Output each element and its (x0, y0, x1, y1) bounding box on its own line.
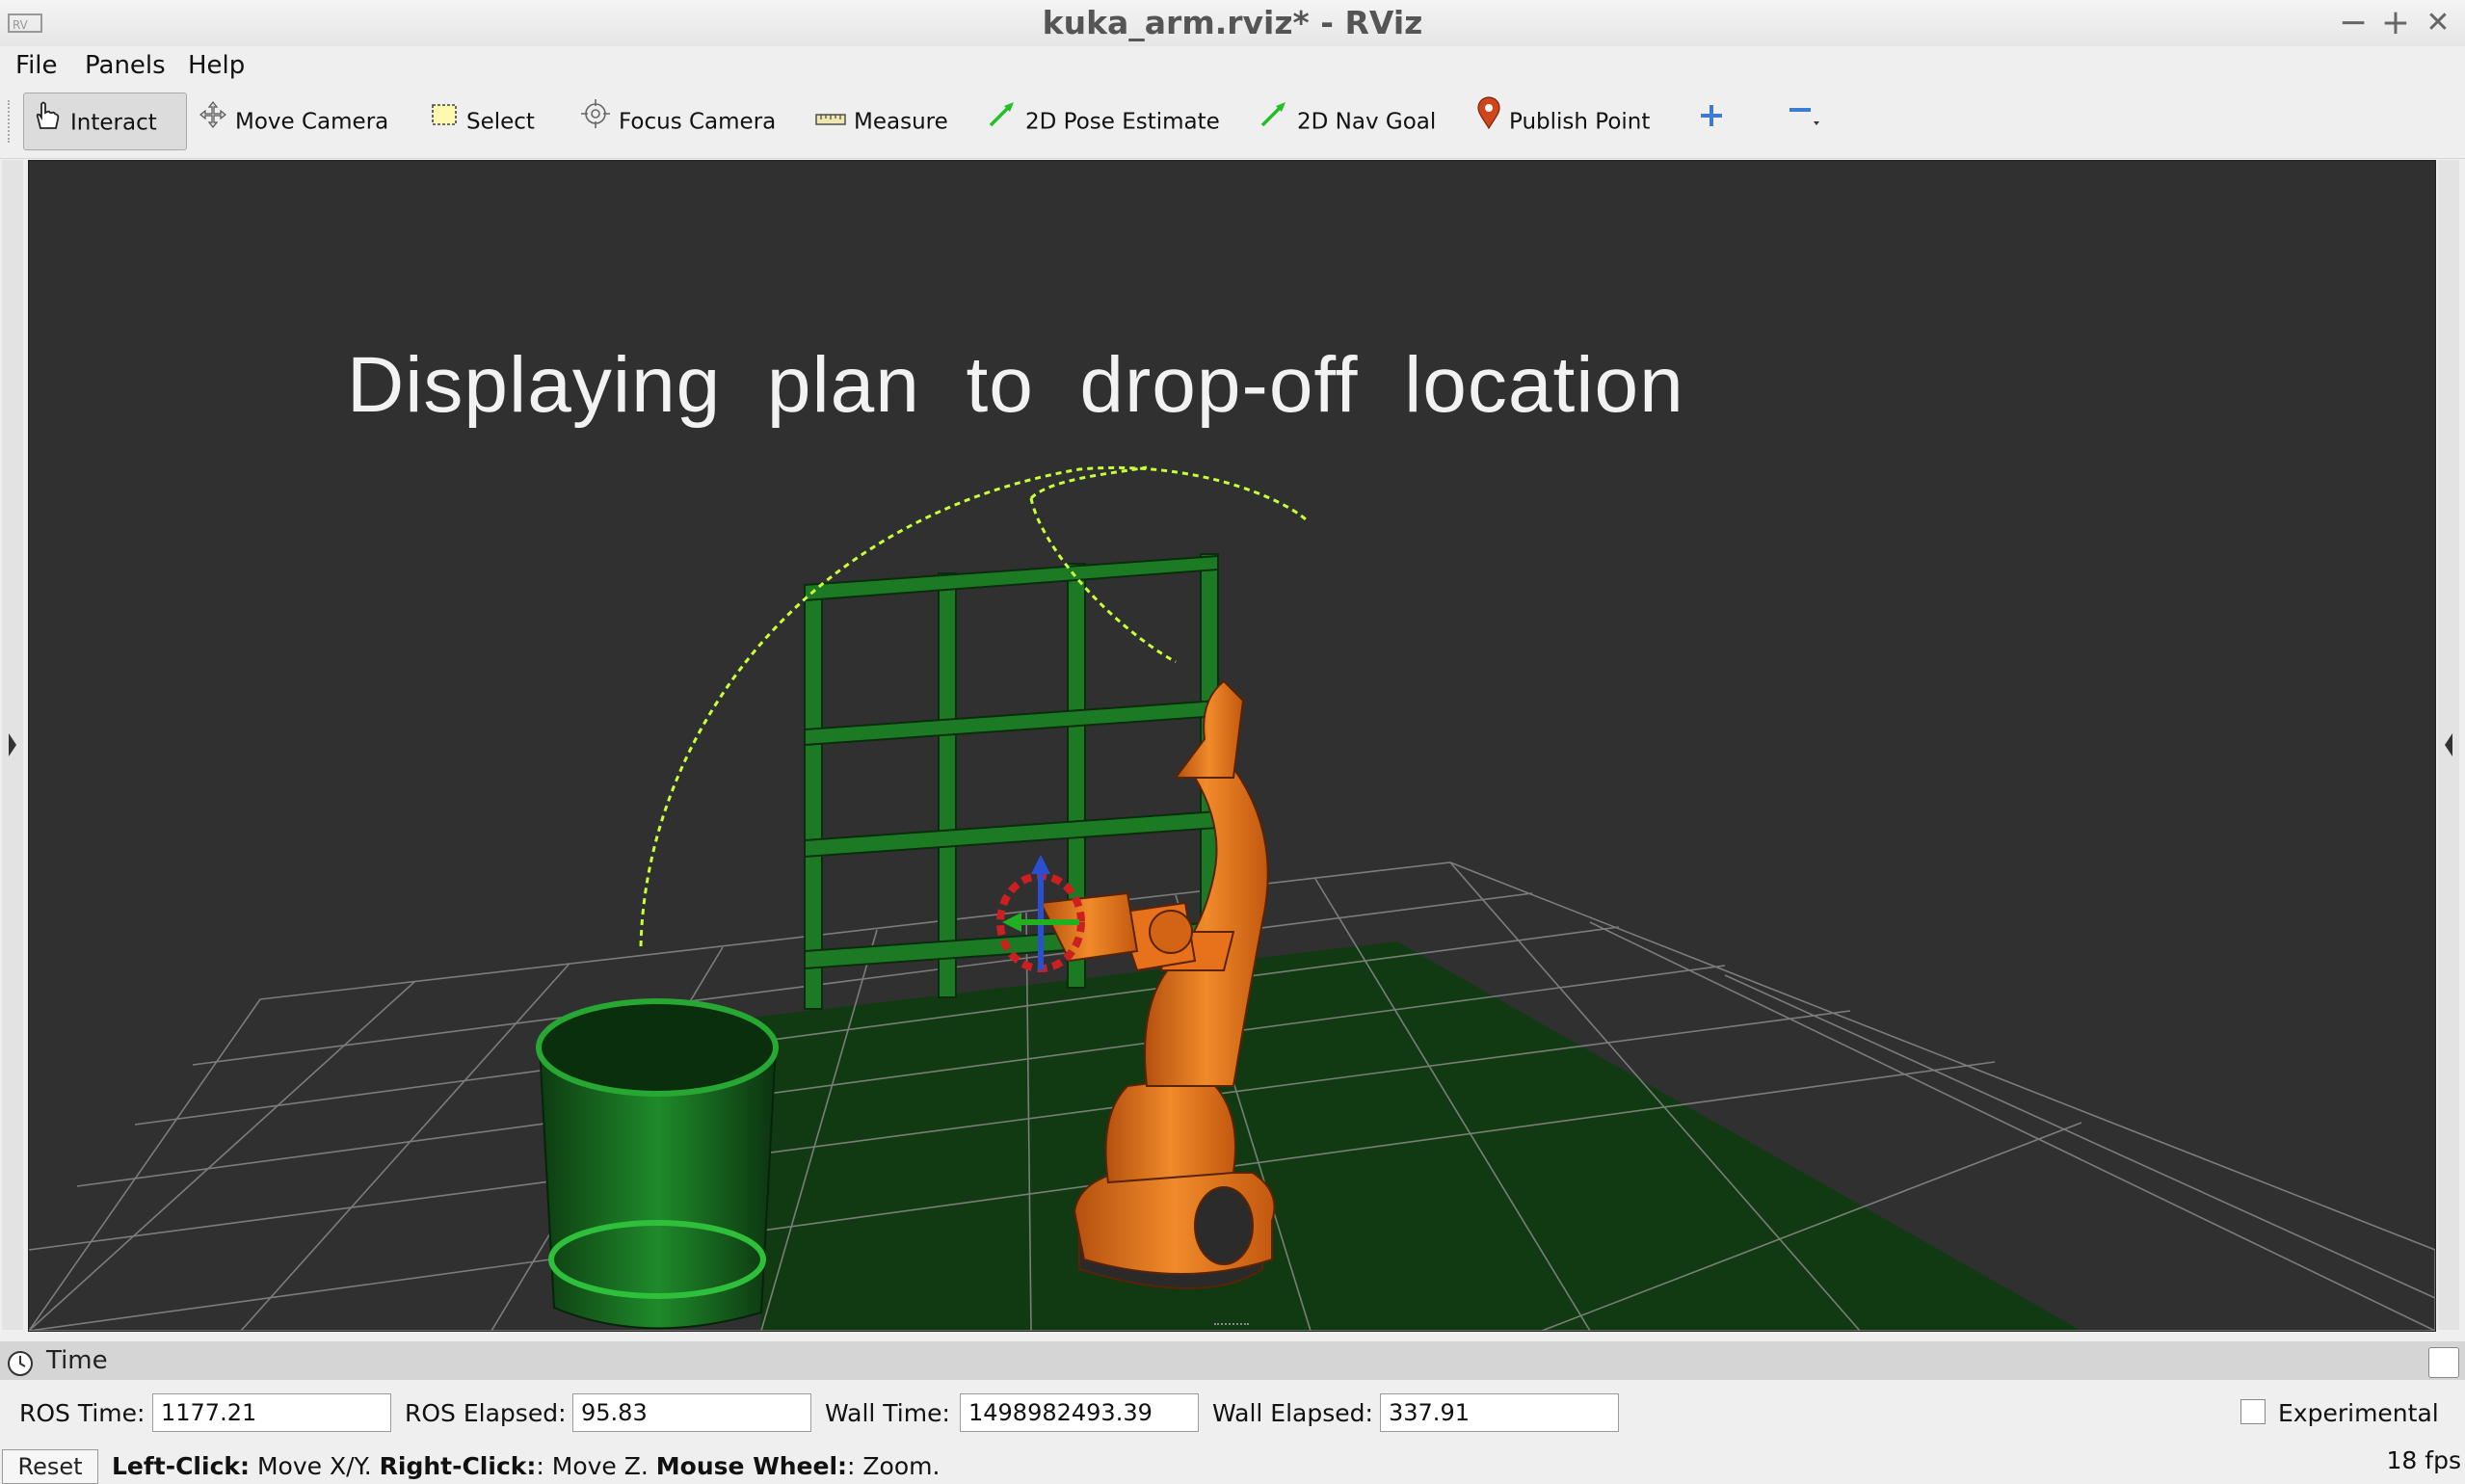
experimental-label: Experimental (2278, 1399, 2439, 1427)
time-panel-float-button[interactable] (2428, 1347, 2459, 1378)
interact-tool-button[interactable]: Interact (23, 93, 187, 150)
nav-goal-arrow-icon (1259, 93, 1289, 151)
map-pin-icon (1476, 93, 1501, 151)
select-label: Select (466, 109, 535, 135)
close-button[interactable]: ✕ (2419, 4, 2457, 42)
fps-counter: 18 fps (2386, 1446, 2461, 1474)
right-click-label: Right-Click: (379, 1452, 537, 1480)
floor-ground-plane (742, 941, 2081, 1331)
move-camera-icon (199, 93, 227, 151)
focus-camera-tool-button[interactable]: Focus Camera (580, 93, 776, 150)
menu-help[interactable]: Help (188, 46, 245, 85)
minus-icon (1787, 93, 1825, 151)
nav-goal-tool-button[interactable]: 2D Nav Goal (1259, 93, 1436, 150)
right-dock-collapse-handle[interactable] (2438, 160, 2459, 1330)
ros-time-label: ROS Time: (19, 1399, 146, 1427)
measure-tool-button[interactable]: Measure (815, 93, 948, 150)
move-camera-tool-button[interactable]: Move Camera (199, 93, 388, 150)
bin-model (536, 998, 779, 1330)
focus-camera-icon (580, 93, 611, 151)
measure-icon (815, 93, 846, 151)
ros-elapsed-field[interactable] (572, 1393, 811, 1432)
pose-estimate-arrow-icon (987, 93, 1018, 151)
pose-estimate-label: 2D Pose Estimate (1025, 109, 1220, 135)
move-camera-label: Move Camera (235, 109, 389, 135)
interact-label: Interact (70, 110, 157, 136)
publish-point-tool-button[interactable]: Publish Point (1476, 93, 1650, 150)
mouse-wheel-action: : Zoom. (847, 1452, 941, 1480)
time-panel-title: Time (46, 1346, 108, 1375)
status-hint: Left-Click: Move X/Y. Right-Click:: Move… (112, 1449, 940, 1484)
plus-icon (1698, 93, 1725, 151)
menu-file[interactable]: File (15, 46, 58, 85)
time-panel-header (0, 1341, 2465, 1380)
menu-bar (0, 46, 2465, 85)
focus-camera-label: Focus Camera (619, 109, 777, 135)
ros-time-field[interactable] (152, 1393, 391, 1432)
remove-tool-button[interactable] (1787, 93, 1833, 150)
scene-svg (29, 465, 2435, 1331)
wall-elapsed-label: Wall Elapsed: (1212, 1399, 1373, 1427)
overlay-text: Displaying plan to drop-off location (347, 341, 1684, 429)
publish-point-label: Publish Point (1509, 109, 1651, 135)
right-click-action: : Move Z. (536, 1452, 656, 1480)
nav-goal-label: 2D Nav Goal (1297, 109, 1437, 135)
experimental-checkbox[interactable] (2240, 1399, 2266, 1424)
add-tool-button[interactable] (1698, 93, 1731, 150)
measure-label: Measure (854, 109, 948, 135)
toolbar-grip (8, 100, 13, 143)
wall-time-label: Wall Time: (825, 1399, 950, 1427)
window-title: kuka_arm.rviz* - RViz (1042, 4, 1423, 41)
ros-elapsed-label: ROS Elapsed: (405, 1399, 567, 1427)
mouse-wheel-label: Mouse Wheel: (655, 1452, 848, 1480)
hand-icon (32, 94, 63, 152)
select-tool-button[interactable]: Select (430, 93, 535, 150)
left-click-action: Move X/Y. (250, 1452, 380, 1480)
left-dock-collapse-handle[interactable] (2, 160, 23, 1330)
menu-panels[interactable]: Panels (85, 46, 166, 85)
clock-icon (6, 1349, 35, 1384)
minimize-button[interactable]: − (2334, 4, 2372, 42)
maximize-button[interactable]: + (2376, 4, 2415, 42)
pose-estimate-tool-button[interactable]: 2D Pose Estimate (987, 93, 1220, 150)
select-icon (430, 93, 459, 151)
wall-time-field[interactable] (960, 1393, 1199, 1432)
reset-button[interactable]: Reset (2, 1449, 98, 1484)
wall-elapsed-field[interactable] (1380, 1393, 1619, 1432)
left-click-label: Left-Click: (112, 1452, 251, 1480)
render-viewport[interactable]: Displaying plan to drop-off location (28, 160, 2436, 1332)
viewport-splitter-handle[interactable] (1214, 1323, 1249, 1331)
